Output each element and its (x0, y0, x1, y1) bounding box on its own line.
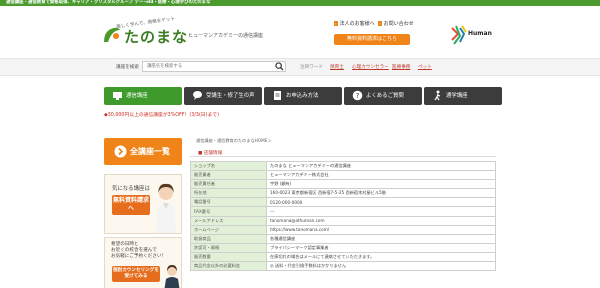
table-row: ショップ名 たのまな ヒューマンアカデミーの通信講座 (190, 160, 496, 172)
table-row: 販売数量 在庫切れの場合はメールにて連絡させていただきます。 (190, 251, 496, 263)
svg-text:?: ? (356, 92, 360, 100)
row-key: 取扱商品 (190, 233, 267, 244)
row-key: 許認可・資格 (190, 242, 267, 253)
row-key: 販売数量 (190, 251, 267, 263)
row-key: ホームページ (190, 224, 267, 235)
nav-student-voices[interactable]: 受講生・修了生の声 (184, 87, 262, 105)
search-label: 講座を検索 (116, 65, 139, 70)
woman-photo (156, 183, 176, 233)
chevron-right-icon: › (334, 21, 338, 26)
table-row: 取扱商品 各種通信講座 (190, 233, 496, 244)
table-row: 販売業者 ヒューマンアカデミー株式会社 (190, 170, 496, 181)
logo-subtitle: ヒューマンアカデミーの通信講座 (188, 33, 264, 39)
brochure-card[interactable]: 気になる講座は 無料資料請求へ (104, 174, 182, 234)
row-value[interactable]: https://www.tanomana.com/ (266, 224, 496, 235)
row-key: 販売業者 (190, 170, 267, 181)
clipboard-icon (274, 91, 281, 100)
monitor-icon (113, 92, 122, 100)
row-value: 160-0023 東京都新宿区 西新宿7-5-25 西新宿木村屋ビル5階 (266, 188, 496, 199)
keyword-link[interactable]: 心理カウンセラー (352, 64, 389, 70)
row-value[interactable]: tanomana@athuman.com (266, 215, 496, 226)
row-value: 宇野 (顧有) (266, 179, 496, 190)
header (0, 6, 600, 54)
row-key: 所在地 (190, 188, 267, 199)
chevron-right-icon: › (378, 21, 382, 26)
row-key: ショップ名 (190, 160, 267, 172)
row-key: 販売責任者 (190, 179, 267, 190)
table-row: 販売責任者 宇野 (顧有) (190, 179, 496, 190)
keyword-link[interactable]: 保育士 (330, 64, 344, 70)
breadcrumb[interactable]: 通信講座・通信教育のたのまなHOME＞ (196, 138, 272, 144)
row-value: プライバシーマーク認定事業者 (266, 242, 496, 253)
brochure-request-button[interactable]: 無料資料請求へ (112, 195, 150, 215)
keyword-label: 注目ワード (300, 65, 323, 70)
row-value: たのまな ヒューマンアカデミーの通信講座 (266, 160, 496, 172)
table-row: FAX番号 --- (190, 206, 496, 217)
search-icon[interactable] (275, 62, 284, 71)
table-row: 許認可・資格 プライバシーマーク認定事業者 (190, 242, 496, 253)
speech-bubble-icon (193, 91, 202, 100)
shop-info-table: ショップ名 たのまな ヒューマンアカデミーの通信講座 販売業者 ヒューマンアカデミー… (190, 160, 496, 272)
row-value: 各種通信講座 (266, 233, 496, 244)
table-row: 電話番号 0120-000-0000 (190, 197, 496, 208)
keyword-link[interactable]: ペット (418, 64, 432, 70)
row-key: メールアドレス (190, 215, 267, 226)
logo-leaf-icon[interactable] (100, 24, 122, 44)
table-row: メールアドレス tanomana@athuman.com (190, 215, 496, 226)
corporate-link[interactable]: › 法人のお客様へ (334, 20, 375, 27)
arrow-circle-icon (114, 145, 127, 158)
staff-photo (164, 265, 180, 288)
table-row: 商品代金以外の必要料金 ◎ 送料・代金引換手数料はかかりません (190, 261, 496, 272)
row-key: 電話番号 (190, 197, 267, 208)
question-icon: ? (352, 90, 363, 101)
brochure-card-heading: 気になる講座は (112, 186, 150, 192)
table-row: 所在地 160-0023 東京都新宿区 西新宿7-5-25 西新宿木村屋ビル5階 (190, 188, 496, 199)
row-key: 商品代金以外の必要料金 (190, 261, 267, 272)
keyword-link[interactable]: 医療事務 (392, 64, 410, 70)
row-value: 在庫切れの場合はメールにて連絡させていただきます。 (266, 251, 496, 263)
campaign-notice[interactable]: ◆30,000円以上の通信講座が3%OFF！(3/3(日)まで) (104, 111, 219, 118)
section-title: ■ 店舗情報 (198, 151, 223, 156)
brand-name: Human (468, 30, 492, 37)
search-input[interactable] (142, 61, 286, 72)
nav-application-method[interactable]: お申込み方法 (264, 87, 342, 105)
walking-person-icon (434, 90, 441, 101)
contact-link[interactable]: › お問い合わせ (378, 20, 414, 27)
nav-faq[interactable]: ? よくあるご質問 (344, 87, 422, 105)
counseling-card[interactable]: 希望の日時と お近くの校舎を選んで お気軽にご予約ください！ 個別カウンセリング… (104, 237, 182, 288)
row-value: --- (266, 206, 496, 217)
row-value: 0120-000-0000 (266, 197, 496, 208)
counseling-button[interactable]: 個別カウンセリングを受けてみる (112, 266, 160, 282)
row-value: ヒューマンアカデミー株式会社 (266, 170, 496, 181)
table-row: ホームページ https://www.tanomana.com/ (190, 224, 496, 235)
all-courses-button[interactable]: 全講座一覧 (104, 138, 182, 165)
section-heading: ■ 店舗情報 (190, 148, 496, 157)
nav-correspondence-courses[interactable]: 通信講座 (104, 87, 182, 105)
free-brochure-button[interactable]: 無料資料請求はこちら (334, 34, 410, 45)
counseling-line: お気軽にご予約ください！ (111, 254, 167, 260)
logo-text[interactable]: たのまな (124, 26, 188, 47)
nav-classroom-courses[interactable]: 通学講座 (424, 87, 502, 105)
row-key: FAX番号 (190, 206, 267, 217)
row-value: ◎ 送料・代金引換手数料はかかりません (266, 261, 496, 272)
